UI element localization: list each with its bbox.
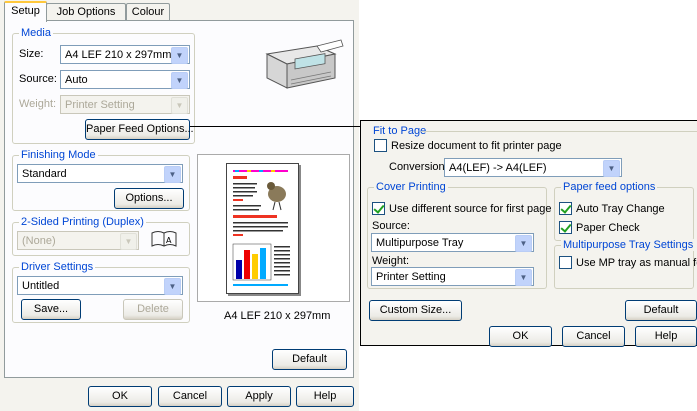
chevron-down-icon: ▼ (171, 72, 188, 89)
chevron-down-icon: ▼ (515, 235, 532, 252)
book-icon: A (150, 229, 178, 249)
source-label: Source: (19, 73, 57, 85)
fit-to-page-title: Fit to Page (373, 125, 427, 137)
cover-source-label: Source: (372, 220, 410, 232)
chevron-down-icon: ▼ (171, 47, 188, 64)
conversion-select[interactable]: A4(LEF) -> A4(LEF) ▼ (444, 158, 622, 177)
popup-cancel-button[interactable]: Cancel (562, 326, 625, 347)
printer-image (255, 36, 345, 96)
mp-tray-group: Multipurpose Tray Settings Use MP tray a… (554, 239, 697, 289)
source-select[interactable]: Auto ▼ (60, 70, 190, 89)
help-button[interactable]: Help (296, 386, 354, 407)
driver-settings-group: Driver Settings Untitled ▼ Save... Delet… (12, 261, 190, 323)
setup-panel: Media Size: A4 LEF 210 x 297mm ▼ Source:… (4, 20, 354, 378)
page-preview (226, 163, 299, 294)
driver-settings-title: Driver Settings (19, 261, 96, 273)
ok-button[interactable]: OK (88, 386, 152, 407)
media-group: Media Size: A4 LEF 210 x 297mm ▼ Source:… (12, 27, 195, 144)
page-preview-frame (197, 154, 350, 302)
paper-check-label: Paper Check (576, 222, 640, 234)
auto-tray-change-label: Auto Tray Change (576, 203, 665, 215)
custom-size-button[interactable]: Custom Size... (369, 300, 462, 321)
popup-ok-button[interactable]: OK (489, 326, 552, 347)
options-button[interactable]: Options... (114, 188, 184, 209)
mp-manual-feed-checkbox[interactable] (559, 256, 572, 269)
apply-button[interactable]: Apply (227, 386, 291, 407)
callout-line (190, 126, 361, 127)
default-button[interactable]: Default (272, 349, 347, 370)
size-label: Size: (19, 48, 44, 60)
svg-text:A: A (166, 236, 172, 245)
paper-check-checkbox[interactable] (559, 221, 572, 234)
resize-document-label: Resize document to fit printer page (391, 140, 562, 152)
chevron-down-icon: ▼ (603, 160, 620, 177)
save-button[interactable]: Save... (21, 299, 81, 320)
finishing-mode-select[interactable]: Standard ▼ (17, 164, 183, 183)
cancel-button[interactable]: Cancel (158, 386, 222, 407)
cover-weight-select[interactable]: Printer Setting ▼ (371, 267, 534, 286)
finishing-mode-group: Finishing Mode Standard ▼ Options... (12, 149, 190, 211)
delete-button: Delete (123, 299, 183, 320)
cover-printing-title: Cover Printing (374, 181, 448, 193)
finishing-mode-title: Finishing Mode (19, 149, 98, 161)
use-different-source-checkbox[interactable] (372, 202, 385, 215)
duplex-select: (None) ▼ (17, 231, 139, 250)
mp-tray-title: Multipurpose Tray Settings (561, 239, 696, 251)
cover-printing-group: Cover Printing Use different source for … (367, 181, 551, 289)
weight-select: Printer Setting ▼ (60, 95, 190, 114)
weight-label: Weight: (19, 98, 57, 110)
chevron-down-icon: ▼ (164, 278, 181, 295)
size-select[interactable]: A4 LEF 210 x 297mm ▼ (60, 45, 190, 64)
duplex-group: 2-Sided Printing (Duplex) (None) ▼ A (12, 216, 190, 256)
preview-caption: A4 LEF 210 x 297mm (224, 310, 331, 322)
tab-setup[interactable]: Setup (4, 1, 47, 22)
mp-manual-feed-label: Use MP tray as manual feed (576, 257, 697, 269)
use-different-source-label: Use different source for first page (389, 203, 552, 215)
paper-feed-options-button[interactable]: Paper Feed Options... (85, 119, 194, 140)
tab-job-options[interactable]: Job Options (46, 3, 126, 21)
auto-tray-change-checkbox[interactable] (559, 202, 572, 215)
paper-feed-options-dialog: Fit to Page Resize document to fit print… (360, 120, 697, 347)
cover-weight-label: Weight: (372, 255, 410, 267)
resize-document-checkbox[interactable] (374, 139, 387, 152)
chevron-down-icon: ▼ (171, 97, 188, 114)
tab-colour[interactable]: Colour (126, 3, 170, 21)
paper-feed-title: Paper feed options (561, 181, 658, 193)
chevron-down-icon: ▼ (515, 269, 532, 286)
chevron-down-icon: ▼ (120, 233, 137, 250)
chevron-down-icon: ▼ (164, 166, 181, 183)
divider (421, 131, 697, 132)
popup-default-button[interactable]: Default (625, 300, 697, 321)
printer-properties-dialog: Job Options Colour Setup Media Size: A4 … (0, 0, 359, 411)
paper-feed-group: Paper feed options Auto Tray Change Pape… (554, 181, 694, 241)
duplex-title: 2-Sided Printing (Duplex) (19, 216, 146, 228)
conversion-label: Conversion: (389, 161, 448, 173)
media-group-title: Media (19, 27, 53, 39)
cover-source-select[interactable]: Multipurpose Tray ▼ (371, 233, 534, 252)
driver-settings-select[interactable]: Untitled ▼ (17, 276, 183, 295)
popup-help-button[interactable]: Help (635, 326, 697, 347)
